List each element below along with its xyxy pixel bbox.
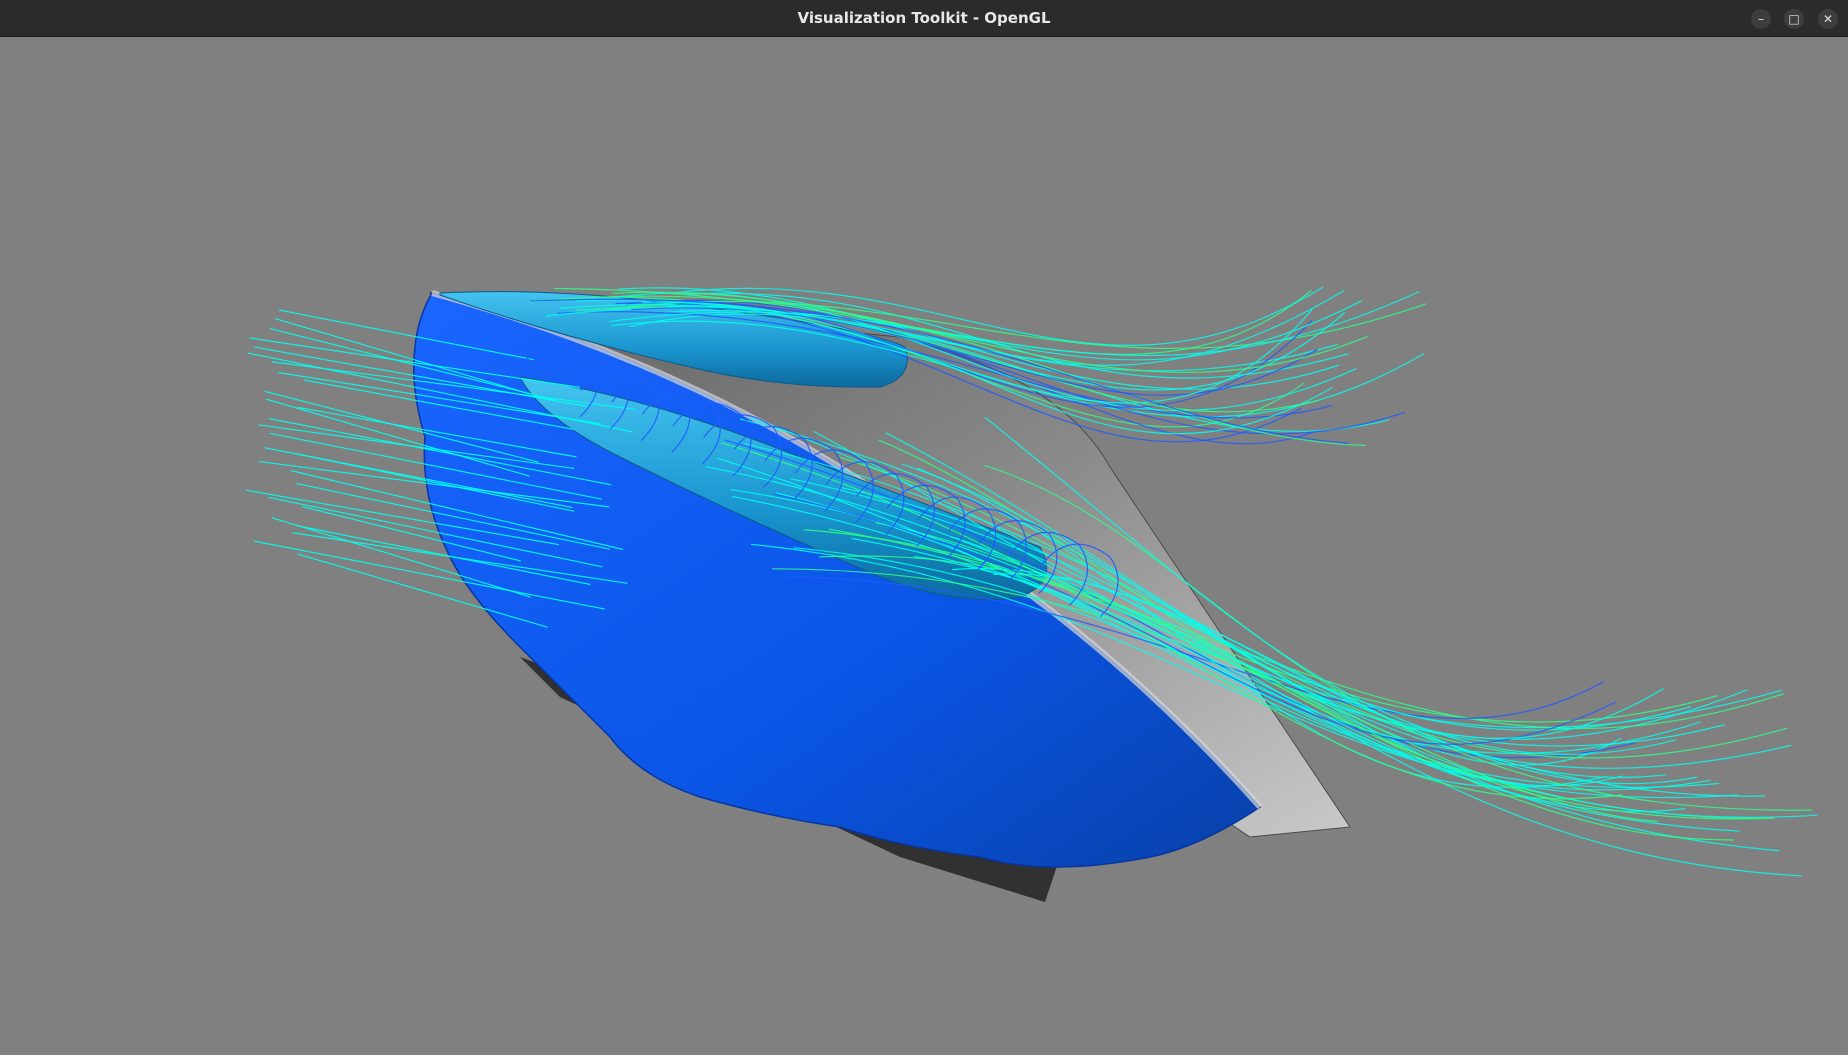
minimize-icon: – xyxy=(1758,12,1764,26)
3d-scene xyxy=(246,286,1818,902)
minimize-button[interactable]: – xyxy=(1751,9,1771,29)
render-viewport[interactable] xyxy=(0,37,1848,1055)
close-button[interactable]: ✕ xyxy=(1818,9,1838,29)
maximize-icon: □ xyxy=(1788,12,1800,26)
vtk-window: Visualization Toolkit - OpenGL – □ ✕ xyxy=(0,0,1848,1055)
close-icon: ✕ xyxy=(1822,12,1834,26)
maximize-button[interactable]: □ xyxy=(1784,9,1804,29)
window-title: Visualization Toolkit - OpenGL xyxy=(797,9,1051,27)
title-bar[interactable]: Visualization Toolkit - OpenGL – □ ✕ xyxy=(0,0,1848,37)
